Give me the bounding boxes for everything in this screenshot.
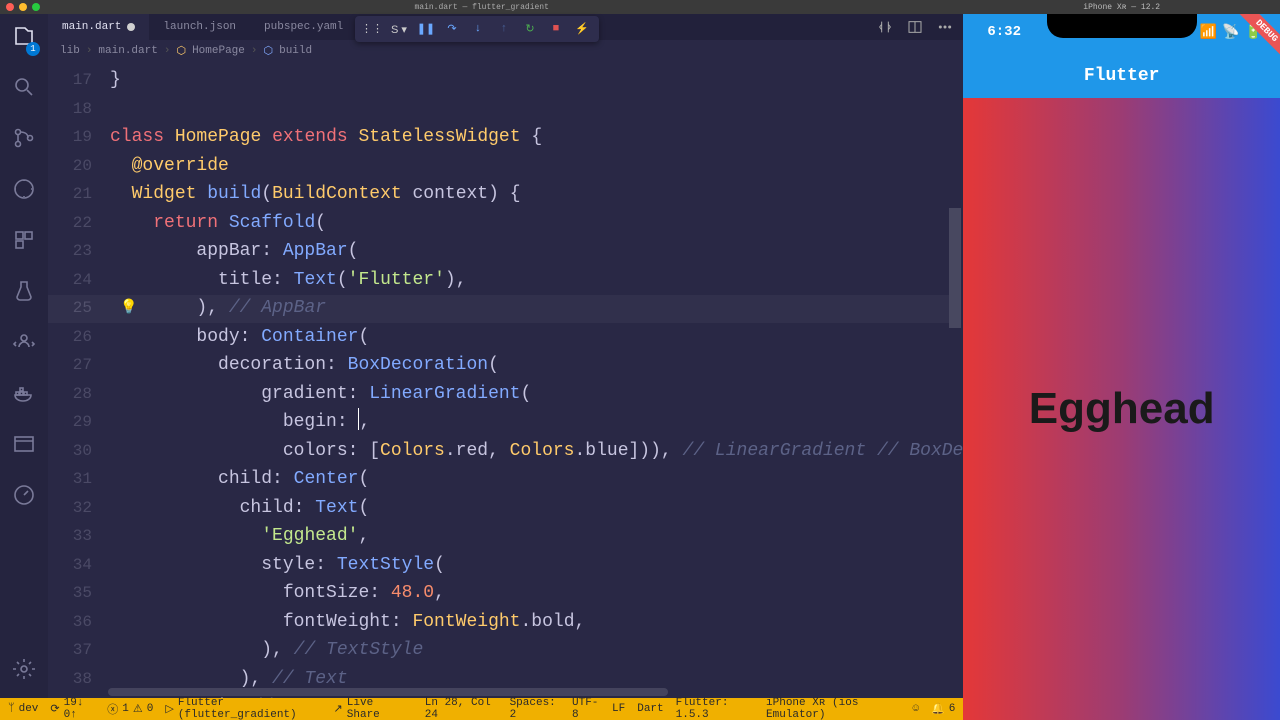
- status-bar: ᛘ dev ⟳19↓ 0↑ ⓧ 1 ⚠ 0 ▷ Flutter (flutter…: [0, 698, 963, 720]
- cursor-position-status[interactable]: Ln 28, Col 24: [425, 697, 498, 720]
- restart-icon[interactable]: ↻: [523, 22, 537, 36]
- search-icon[interactable]: [12, 75, 36, 104]
- stop-icon[interactable]: ■: [549, 22, 563, 36]
- step-over-icon[interactable]: ↷: [445, 22, 459, 36]
- flutter-appbar: Flutter: [963, 54, 1280, 98]
- editor-title-actions: [877, 19, 953, 40]
- tab-main-dart[interactable]: main.dart: [48, 14, 149, 40]
- code-editor[interactable]: 💡 17 18 19 20 21 22 23 24 25 26 27 28 29…: [48, 62, 963, 698]
- step-out-icon[interactable]: ↑: [497, 22, 511, 36]
- window-close-icon[interactable]: [6, 3, 14, 11]
- ios-simulator: iPhone Xʀ — 12.2 6:32 📶 📡 🔋 DEBUG Flutte…: [963, 0, 1280, 720]
- window-title: main.dart — flutter_gradient: [414, 3, 548, 12]
- output-icon[interactable]: [12, 432, 36, 461]
- line-number-gutter: 17 18 19 20 21 22 23 24 25 26 27 28 29 3…: [48, 62, 110, 698]
- docker-icon[interactable]: [12, 381, 36, 410]
- language-status[interactable]: Dart: [637, 703, 663, 715]
- test-icon[interactable]: [12, 279, 36, 308]
- pause-icon[interactable]: ❚❚: [419, 22, 433, 36]
- phone-notch: [1047, 14, 1197, 38]
- tab-launch-json[interactable]: launch.json: [149, 14, 250, 40]
- settings-icon[interactable]: [12, 657, 36, 686]
- more-icon[interactable]: [937, 19, 953, 40]
- minimap-scrollbar[interactable]: [947, 62, 961, 542]
- debug-icon[interactable]: [12, 177, 36, 206]
- split-editor-icon[interactable]: [907, 19, 923, 40]
- notifications-status[interactable]: 🔔 6: [931, 702, 955, 716]
- liveshare-icon[interactable]: [12, 330, 36, 359]
- flutter-version-status[interactable]: Flutter: 1.5.3: [676, 697, 754, 720]
- signal-icon: 📶: [1200, 24, 1217, 41]
- flutter-body: Egghead: [963, 98, 1280, 720]
- dashboard-icon[interactable]: [12, 483, 36, 512]
- git-branch-status[interactable]: ᛘ dev: [8, 703, 38, 715]
- phone-screen[interactable]: 6:32 📶 📡 🔋 DEBUG Flutter Egghead: [963, 14, 1280, 720]
- problems-status[interactable]: ⓧ 1 ⚠ 0: [107, 701, 153, 717]
- status-clock: 6:32: [987, 24, 1021, 40]
- hot-reload-icon[interactable]: ⚡: [575, 22, 589, 36]
- vscode-window: main.dart — flutter_gradient 1 main.dart: [0, 0, 963, 720]
- window-max-icon[interactable]: [32, 3, 40, 11]
- explorer-badge: 1: [26, 42, 40, 56]
- liveshare-status[interactable]: ↗ Live Share: [334, 697, 401, 720]
- code-content[interactable]: } class HomePage extends StatelessWidget…: [110, 62, 963, 698]
- feedback-icon[interactable]: ☺: [912, 703, 919, 715]
- breadcrumb[interactable]: lib› main.dart› ⬡HomePage› ⬡build: [48, 40, 963, 62]
- activity-bar: 1: [0, 14, 48, 698]
- window-min-icon[interactable]: [19, 3, 27, 11]
- debug-target-status[interactable]: ▷ Flutter (flutter_gradient): [165, 697, 321, 720]
- step-into-icon[interactable]: ↓: [471, 22, 485, 36]
- body-text: Egghead: [1029, 384, 1215, 434]
- mac-title-bar: main.dart — flutter_gradient: [0, 0, 963, 14]
- compare-icon[interactable]: [877, 19, 893, 40]
- git-sync-status[interactable]: ⟳19↓ 0↑: [50, 697, 95, 720]
- source-control-icon[interactable]: [12, 126, 36, 155]
- debug-toolbar: ⋮⋮ S ▾ ❚❚ ↷ ↓ ↑ ↻ ■ ⚡: [355, 16, 599, 42]
- debug-config-select[interactable]: S ▾: [391, 23, 407, 36]
- tab-pubspec-yaml[interactable]: pubspec.yaml: [250, 14, 357, 40]
- device-status[interactable]: iPhone Xʀ (ios Emulator): [766, 697, 900, 720]
- dirty-indicator-icon: [127, 23, 135, 31]
- debug-drag-icon[interactable]: ⋮⋮: [365, 22, 379, 36]
- extensions-icon[interactable]: [12, 228, 36, 257]
- encoding-status[interactable]: UTF-8: [572, 697, 600, 720]
- wifi-icon: 📡: [1222, 24, 1239, 41]
- indent-status[interactable]: Spaces: 2: [510, 697, 560, 720]
- horizontal-scrollbar[interactable]: [108, 688, 723, 698]
- simulator-title-bar: iPhone Xʀ — 12.2: [963, 0, 1280, 14]
- eol-status[interactable]: LF: [612, 703, 625, 715]
